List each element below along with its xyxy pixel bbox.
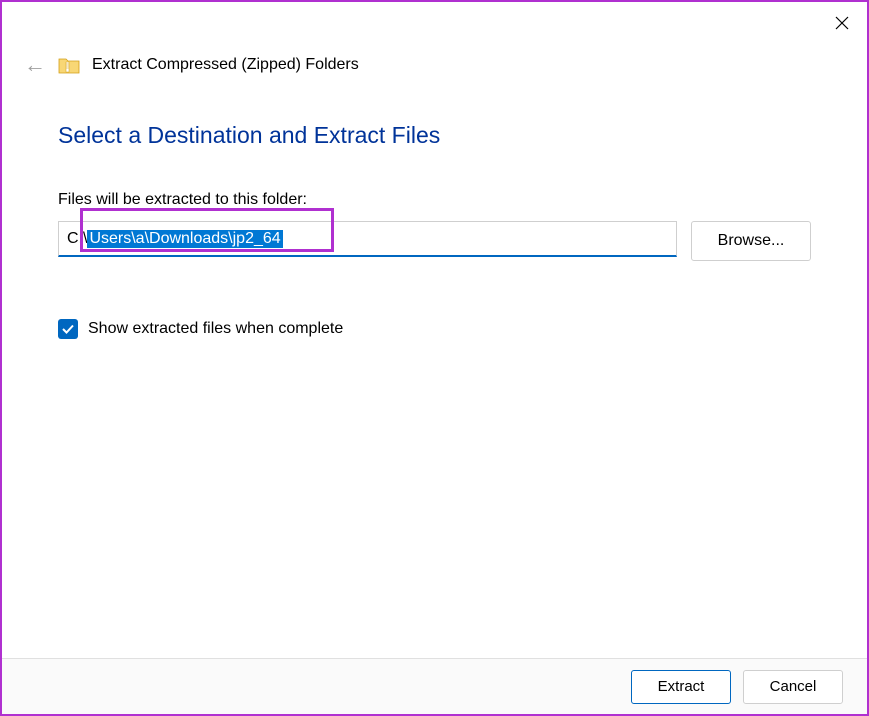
checkmark-icon (61, 322, 75, 336)
footer: Extract Cancel (2, 658, 867, 714)
zip-folder-icon (58, 56, 80, 74)
back-arrow-icon: ← (24, 54, 46, 76)
page-heading: Select a Destination and Extract Files (58, 122, 811, 149)
extract-button[interactable]: Extract (631, 670, 731, 704)
show-files-checkbox[interactable] (58, 319, 78, 339)
path-prefix-text: C:\ (67, 230, 87, 248)
show-files-label: Show extracted files when complete (88, 320, 343, 338)
header: ← Extract Compressed (Zipped) Folders (24, 54, 359, 76)
path-selected-text: Users\a\Downloads\jp2_64 (87, 230, 282, 248)
destination-path-input[interactable]: C:\Users\a\Downloads\jp2_64 (58, 221, 677, 257)
browse-button[interactable]: Browse... (691, 221, 811, 261)
close-button[interactable] (827, 8, 857, 38)
window-title: Extract Compressed (Zipped) Folders (92, 56, 359, 74)
close-icon (835, 16, 849, 30)
cancel-button[interactable]: Cancel (743, 670, 843, 704)
destination-label: Files will be extracted to this folder: (58, 191, 811, 209)
